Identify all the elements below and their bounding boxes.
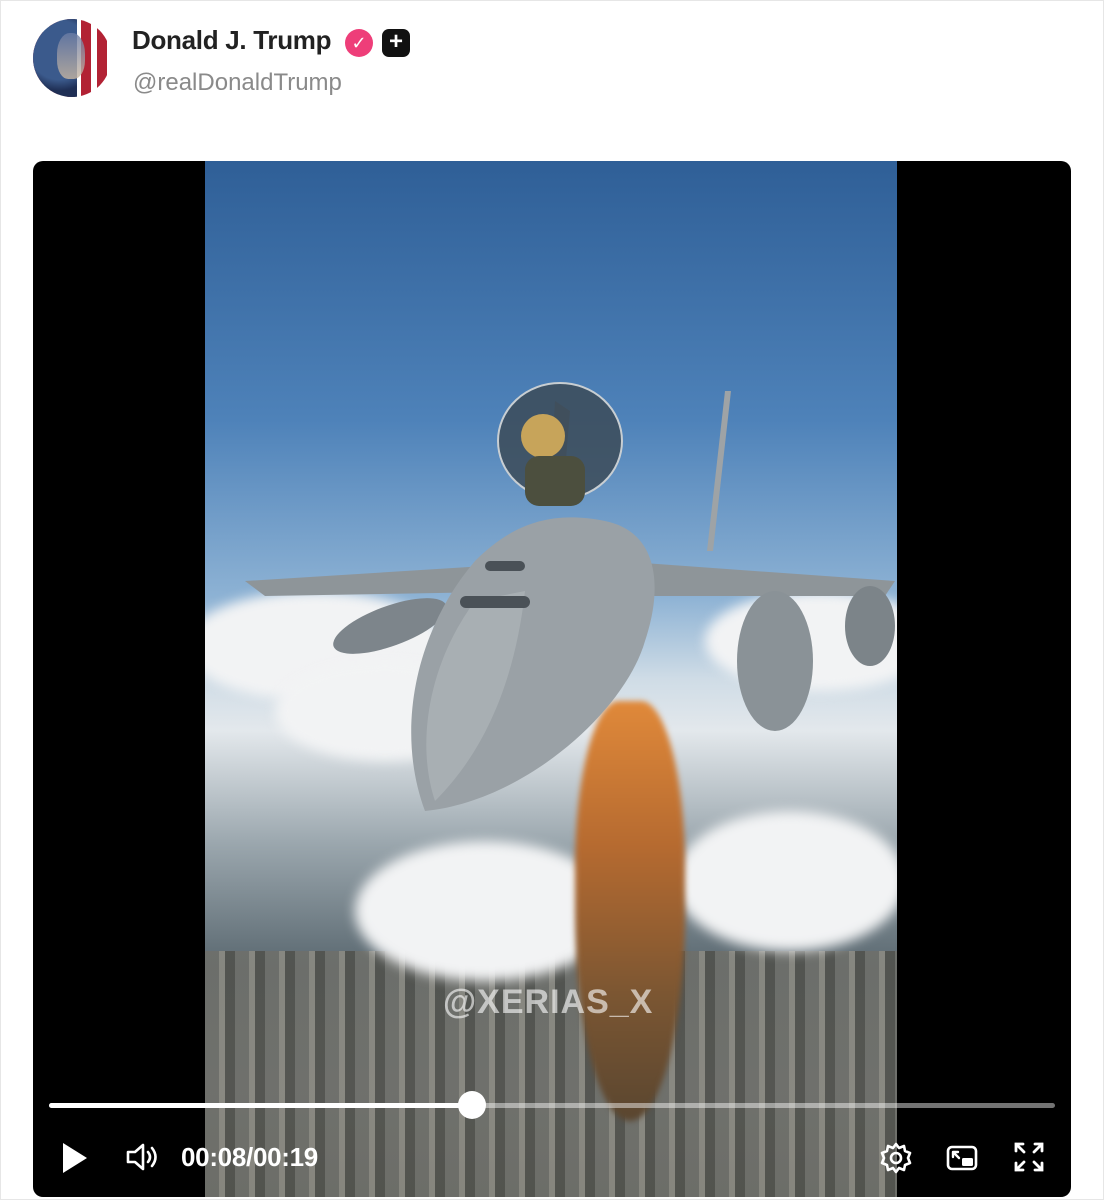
- author-name[interactable]: Donald J. Trump: [132, 25, 331, 56]
- current-time: 00:08: [181, 1142, 246, 1172]
- volume-icon[interactable]: [125, 1141, 161, 1173]
- progress-fill: [49, 1103, 472, 1108]
- post-card: Donald J. Trump ✓ + @realDonaldTrump @XE…: [0, 0, 1104, 1200]
- fighter-jet-image: [245, 382, 895, 811]
- video-player[interactable]: @XERIAS_X 00:08/00:19: [33, 161, 1071, 1197]
- play-icon[interactable]: [61, 1141, 89, 1175]
- plus-square-icon: +: [382, 29, 410, 57]
- time-separator: /: [246, 1142, 253, 1172]
- fullscreen-icon[interactable]: [1013, 1141, 1045, 1173]
- author-avatar[interactable]: [33, 19, 111, 97]
- video-watermark: @XERIAS_X: [443, 983, 654, 1021]
- time-display: 00:08/00:19: [181, 1142, 318, 1173]
- gear-icon[interactable]: [879, 1141, 913, 1175]
- author-handle[interactable]: @realDonaldTrump: [133, 69, 342, 97]
- progress-bar[interactable]: [49, 1091, 1055, 1119]
- picture-in-picture-icon[interactable]: [945, 1141, 979, 1175]
- verified-check-icon: ✓: [345, 29, 373, 57]
- duration: 00:19: [252, 1142, 318, 1172]
- progress-handle[interactable]: [457, 1091, 486, 1119]
- avatar-portrait: [57, 33, 85, 79]
- video-frame: [205, 161, 897, 1197]
